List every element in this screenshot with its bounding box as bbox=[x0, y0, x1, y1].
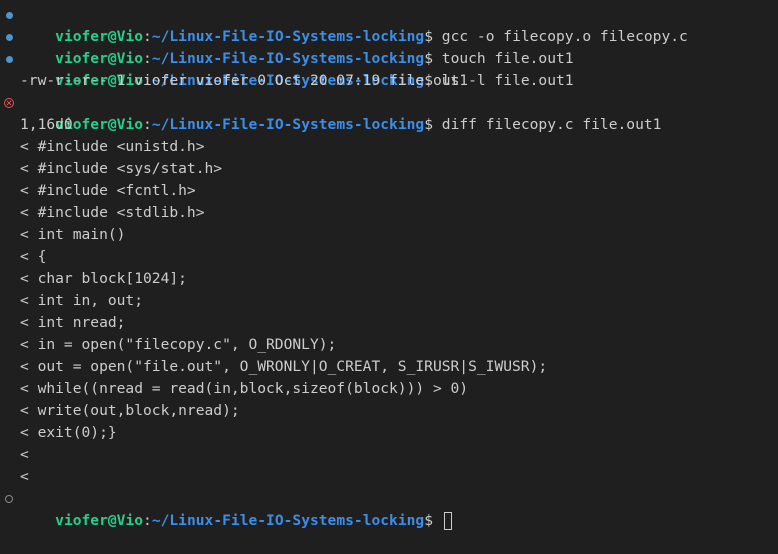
command-success-icon[interactable] bbox=[3, 26, 15, 48]
output-line: < out = open("file.out", O_WRONLY|O_CREA… bbox=[20, 358, 548, 375]
output-line: < char block[1024]; bbox=[20, 270, 187, 287]
output-line: < { bbox=[20, 248, 47, 265]
terminal[interactable]: viofer@Vio:~/Linux-File-IO-Systems-locki… bbox=[0, 4, 778, 530]
command-line: viofer@Vio:~/Linux-File-IO-Systems-locki… bbox=[0, 92, 778, 133]
output-line: < int nread; bbox=[20, 314, 126, 331]
output-line: < #include <unistd.h> bbox=[20, 138, 205, 155]
command-success-icon[interactable] bbox=[3, 4, 15, 26]
command-pending-icon bbox=[3, 488, 15, 510]
command-success-icon[interactable] bbox=[3, 48, 15, 70]
output-line: < bbox=[20, 446, 29, 463]
output-line: < in = open("filecopy.c", O_RDONLY); bbox=[20, 336, 337, 353]
command-line: viofer@Vio:~/Linux-File-IO-Systems-locki… bbox=[0, 48, 778, 89]
output-line: -rw-r--r-- 1 viofer viofer 0 Oct 20 07:1… bbox=[20, 72, 469, 89]
output-line: 1,16d0 bbox=[20, 116, 73, 133]
command-line: viofer@Vio:~/Linux-File-IO-Systems-locki… bbox=[0, 4, 778, 45]
command-error-icon[interactable] bbox=[3, 92, 15, 114]
command-line: viofer@Vio:~/Linux-File-IO-Systems-locki… bbox=[0, 26, 778, 67]
output-line: < exit(0);} bbox=[20, 424, 117, 441]
output-line: < write(out,block,nread); bbox=[20, 402, 240, 419]
output-line: < bbox=[20, 468, 29, 485]
diff-output: 1,16d0 < #include <unistd.h> < #include … bbox=[0, 114, 778, 488]
output-line: < #include <fcntl.h> bbox=[20, 182, 196, 199]
output-line: < #include <stdlib.h> bbox=[20, 204, 205, 221]
output-line: < int main() bbox=[20, 226, 126, 243]
output-line: < int in, out; bbox=[20, 292, 144, 309]
output-line: < #include <sys/stat.h> bbox=[20, 160, 223, 177]
current-prompt-line[interactable]: viofer@Vio:~/Linux-File-IO-Systems-locki… bbox=[0, 488, 778, 530]
output-line: < while((nread = read(in,block,sizeof(bl… bbox=[20, 380, 469, 397]
